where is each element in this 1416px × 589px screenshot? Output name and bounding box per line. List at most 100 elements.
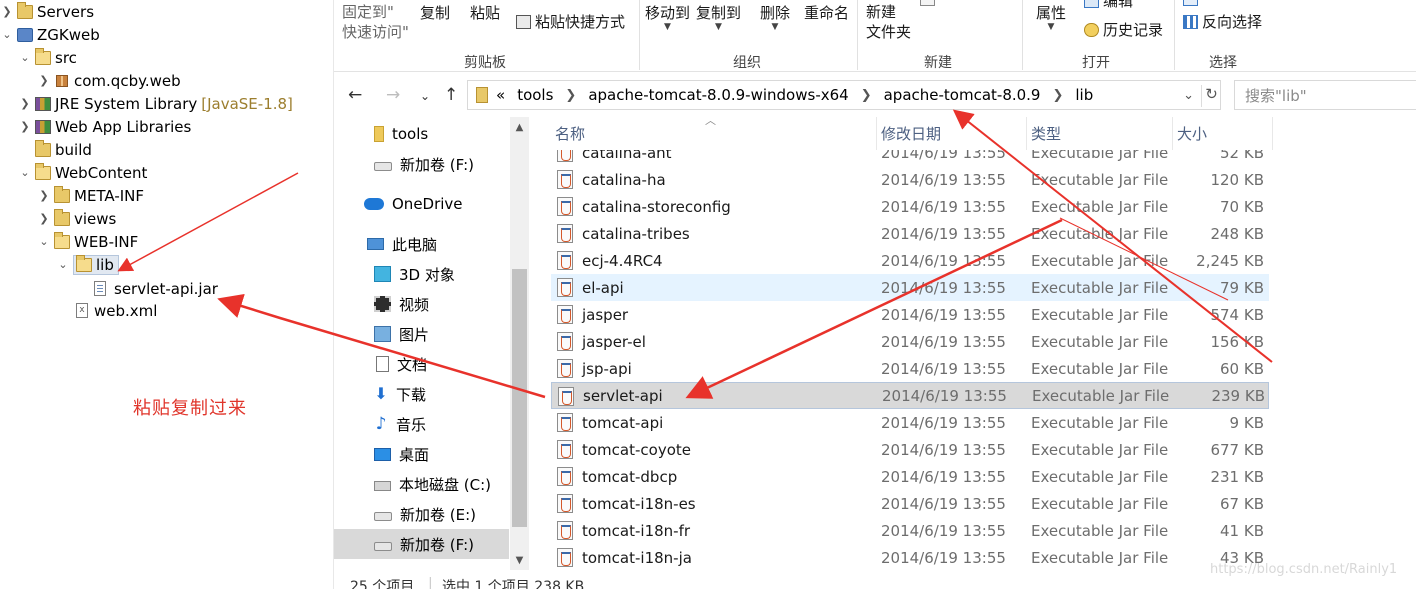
tree-item-project[interactable]: ⌄ ZGKweb (0, 23, 100, 46)
nav-item-tools[interactable]: tools (334, 119, 509, 149)
chevron-right-icon[interactable]: ❯ (37, 74, 51, 88)
chevron-right-icon[interactable]: ❯ (18, 120, 32, 134)
tree-item-src[interactable]: ⌄ src (18, 46, 77, 69)
paste-shortcut-button[interactable]: 粘贴快捷方式 (516, 11, 625, 32)
tree-item-lib[interactable]: ⌄ lib (56, 253, 119, 276)
file-row[interactable]: tomcat-coyote 2014/6/19 13:55 Executable J… (551, 436, 1269, 463)
tree-item-webcontent[interactable]: ⌄ WebContent (18, 161, 147, 184)
chevron-down-icon[interactable]: ⌄ (18, 166, 32, 180)
nav-item-pictures[interactable]: 图片 (334, 319, 509, 349)
chevron-right-icon[interactable]: ❯ (37, 189, 51, 203)
file-row[interactable]: catalina-ha 2014/6/19 13:55 Executable Jar… (551, 166, 1269, 193)
tree-item-label: ZGKweb (37, 25, 100, 44)
breadcrumb-segment[interactable]: apache-tomcat-8.0.9 (884, 86, 1041, 104)
scrollbar-thumb[interactable] (512, 269, 527, 527)
tree-item-jre[interactable]: ❯ JRE System Library [JavaSE-1.8] (18, 92, 293, 115)
invert-selection-button[interactable]: 反向选择 (1183, 11, 1262, 32)
column-header-type[interactable]: 类型 (1027, 117, 1173, 150)
copy-button[interactable]: 复制 (420, 2, 450, 23)
breadcrumb-segment[interactable]: apache-tomcat-8.0.9-windows-x64 (588, 86, 848, 104)
nav-item-drive-f[interactable]: 新加卷 (F:) (334, 149, 509, 179)
history-button[interactable]: 历史记录 (1084, 19, 1163, 40)
file-row[interactable]: tomcat-i18n-fr 2014/6/19 13:55 Executable … (551, 517, 1269, 544)
tree-item-web-xml[interactable]: x web.xml (76, 299, 157, 322)
navigation-pane-scrollbar[interactable]: ▲ ▼ (510, 117, 529, 570)
edit-button[interactable]: 编辑 (1084, 0, 1133, 11)
rename-button[interactable]: 重命名 (804, 2, 849, 23)
chevron-down-icon[interactable]: ⌄ (56, 258, 70, 272)
file-row[interactable]: el-api 2014/6/19 13:55 Executable Jar File… (551, 274, 1269, 301)
breadcrumb-segment[interactable]: tools (517, 86, 553, 104)
chevron-right-icon[interactable]: ❯ (861, 88, 872, 103)
file-type: Executable Jar File (1031, 521, 1169, 540)
paste-button[interactable]: 粘贴 (470, 2, 500, 23)
nav-item-drive-e[interactable]: 新加卷 (E:) (334, 499, 509, 529)
picture-icon (374, 326, 391, 342)
file-row[interactable]: jasper-el 2014/6/19 13:55 Executable Jar F… (551, 328, 1269, 355)
properties-button[interactable]: 属性 ▼ (1036, 2, 1066, 32)
nav-item-downloads[interactable]: ⬇ 下载 (334, 379, 509, 409)
address-bar[interactable]: « tools ❯ apache-tomcat-8.0.9-windows-x6… (467, 80, 1221, 110)
up-arrow-icon[interactable]: ↑ (444, 85, 458, 105)
tree-item-meta-inf[interactable]: ❯ META-INF (37, 184, 144, 207)
scroll-up-icon[interactable]: ▲ (510, 119, 529, 137)
file-row[interactable]: jasper 2014/6/19 13:55 Executable Jar File… (551, 301, 1269, 328)
column-header-name[interactable]: 名称 (551, 117, 877, 150)
tree-item-webapp-libraries[interactable]: ❯ Web App Libraries (18, 115, 191, 138)
nav-item-documents[interactable]: 文档 (334, 349, 509, 379)
file-row[interactable]: ecj-4.4RC4 2014/6/19 13:55 Executable Jar … (551, 247, 1269, 274)
drive-icon (374, 161, 392, 171)
chevron-right-icon[interactable]: ❯ (1052, 88, 1063, 103)
nav-item-this-pc[interactable]: 此电脑 (334, 229, 509, 259)
tree-item-views[interactable]: ❯ views (37, 207, 116, 230)
chevron-down-icon[interactable]: ⌄ (37, 235, 51, 249)
breadcrumb-segment[interactable]: lib (1075, 86, 1093, 104)
new-item-icon[interactable] (920, 0, 939, 8)
nav-item-drive-f-selected[interactable]: 新加卷 (F:) (334, 529, 509, 559)
refresh-icon[interactable]: ↻ (1201, 85, 1221, 107)
tree-item-servers[interactable]: ❯ Servers (0, 0, 94, 23)
recent-locations-icon[interactable]: ⌄ (420, 89, 430, 103)
file-row[interactable]: servlet-api 2014/6/19 13:55 Executable Jar… (551, 382, 1269, 409)
column-header-date[interactable]: 修改日期 (877, 117, 1027, 150)
file-row[interactable]: tomcat-i18n-es 2014/6/19 13:55 Executable … (551, 490, 1269, 517)
forward-arrow-icon[interactable]: → (386, 85, 400, 105)
tree-item-servlet-api-jar[interactable]: servlet-api.jar (94, 277, 218, 300)
chevron-down-icon[interactable]: ⌄ (0, 28, 14, 42)
column-header-size[interactable]: 大小 (1173, 117, 1273, 150)
file-row[interactable]: catalina-storeconfig 2014/6/19 13:55 Execu… (551, 193, 1269, 220)
select-all-icon[interactable] (1183, 0, 1202, 8)
file-row[interactable]: tomcat-dbcp 2014/6/19 13:55 Executable Jar… (551, 463, 1269, 490)
delete-button[interactable]: 删除 ▼ (760, 2, 790, 32)
file-row[interactable]: tomcat-api 2014/6/19 13:55 Executable Jar … (551, 409, 1269, 436)
nav-item-music[interactable]: ♪ 音乐 (334, 409, 509, 439)
nav-item-videos[interactable]: 视频 (334, 289, 509, 319)
library-icon (35, 96, 51, 111)
move-to-button[interactable]: 移动到 ▼ (645, 2, 690, 32)
invert-selection-label: 反向选择 (1202, 13, 1263, 31)
copy-to-button[interactable]: 复制到 ▼ (696, 2, 741, 32)
file-row[interactable]: jsp-api 2014/6/19 13:55 Executable Jar Fil… (551, 355, 1269, 382)
tree-item-web-inf[interactable]: ⌄ WEB-INF (37, 230, 138, 253)
nav-item-desktop[interactable]: 桌面 (334, 439, 509, 469)
chevron-right-icon[interactable]: ❯ (37, 212, 51, 226)
new-folder-button[interactable]: 新建 文件夹 (866, 2, 911, 42)
chevron-right-icon[interactable]: ❯ (18, 97, 32, 111)
chevron-down-icon[interactable]: ⌄ (18, 51, 32, 65)
tree-item-package[interactable]: ❯ com.qcby.web (37, 69, 180, 92)
tree-item-build[interactable]: build (35, 138, 92, 161)
nav-item-drive-c[interactable]: 本地磁盘 (C:) (334, 469, 509, 499)
address-overflow[interactable]: « (496, 86, 505, 104)
back-arrow-icon[interactable]: ← (348, 85, 362, 105)
chevron-right-icon[interactable]: ❯ (0, 5, 14, 19)
file-row[interactable]: tomcat-i18n-ja 2014/6/19 13:55 Executable … (551, 544, 1269, 570)
search-input[interactable]: 搜索"lib" (1234, 80, 1416, 110)
chevron-right-icon[interactable]: ❯ (565, 88, 576, 103)
tree-item-label: web.xml (94, 301, 158, 320)
nav-item-onedrive[interactable]: OneDrive (334, 189, 509, 219)
scroll-down-icon[interactable]: ▼ (510, 552, 529, 570)
nav-item-3d-objects[interactable]: 3D 对象 (334, 259, 509, 289)
file-row[interactable]: catalina-tribes 2014/6/19 13:55 Executable… (551, 220, 1269, 247)
address-dropdown-icon[interactable]: ⌄ (1183, 88, 1194, 103)
pin-quick-access-button[interactable]: 固定到" 快速访问" (342, 2, 409, 42)
